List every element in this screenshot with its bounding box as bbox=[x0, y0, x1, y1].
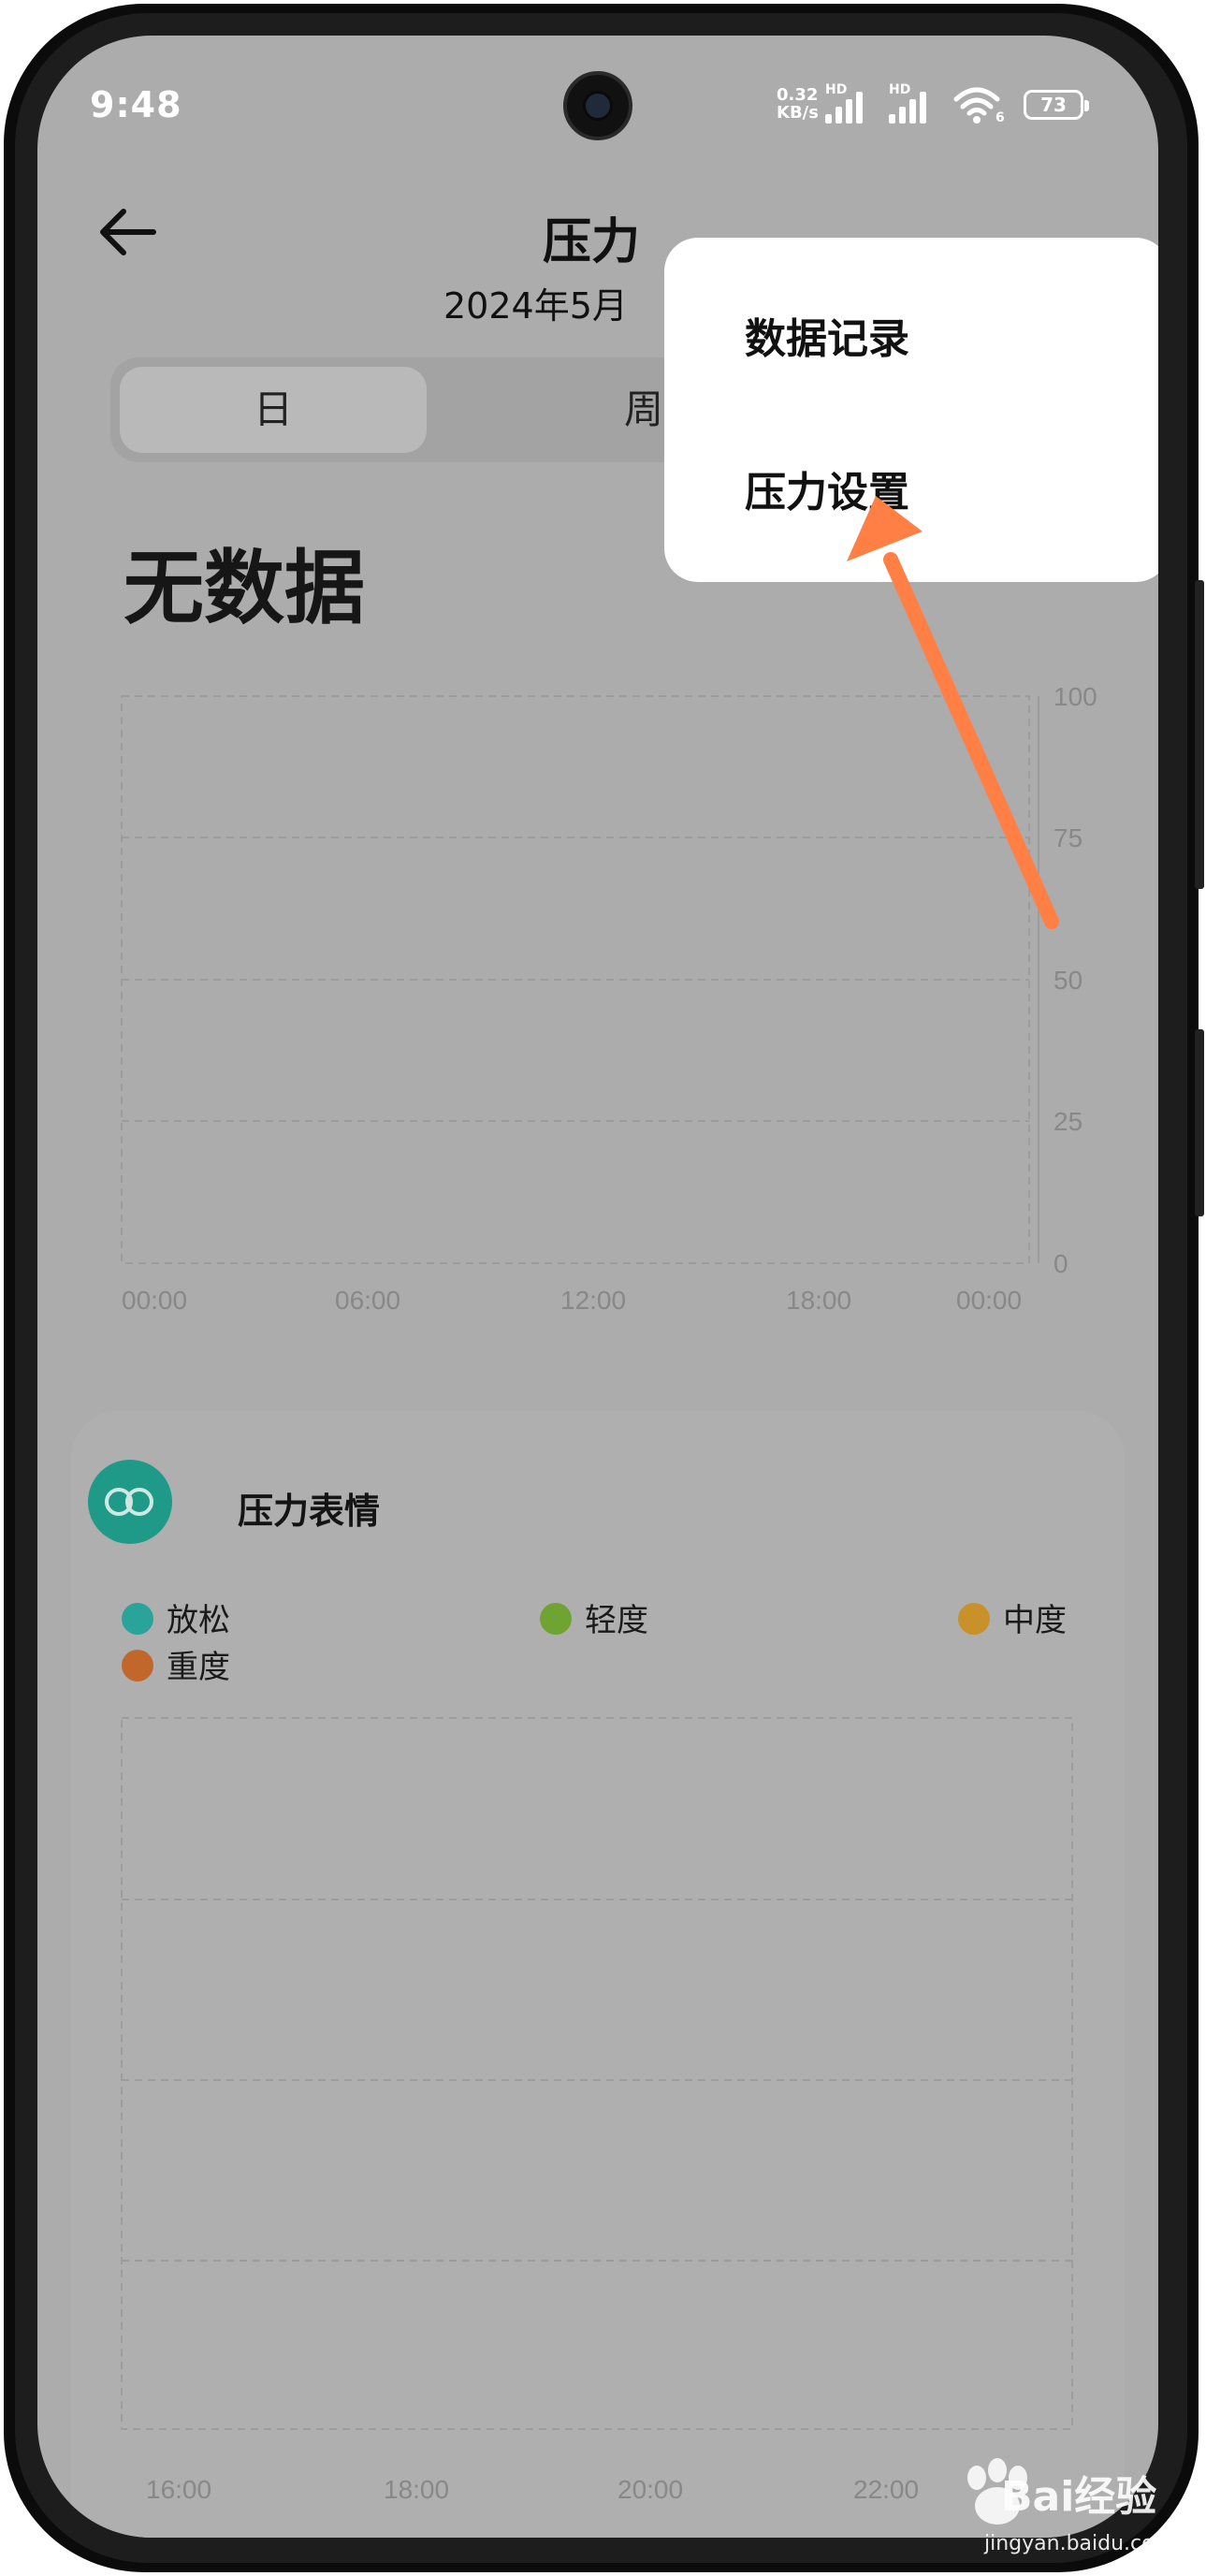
x-tick-label: 18:00 bbox=[384, 2475, 449, 2504]
watermark-brand: Bai经验 bbox=[1001, 2473, 1157, 2521]
power-button bbox=[1195, 1029, 1204, 1216]
x-tick-label: 20:00 bbox=[618, 2475, 683, 2504]
x-tick-label: 16:00 bbox=[146, 2475, 211, 2504]
watermark-site: jingyan.baidu.com bbox=[984, 2532, 1175, 2555]
popup-menu: 数据记录 压力设置 bbox=[664, 238, 1158, 582]
emotion-chart-plot bbox=[121, 1717, 1073, 2430]
screen: 9:48 0.32 KB/s HD HD 6 73 压力 2024年5月 日 周… bbox=[37, 36, 1158, 2538]
x-tick-label: 22:00 bbox=[853, 2475, 919, 2504]
menu-item-stress-settings[interactable]: 压力设置 bbox=[745, 458, 909, 518]
menu-item-data-records[interactable]: 数据记录 bbox=[745, 305, 909, 365]
phone-frame: 9:48 0.32 KB/s HD HD 6 73 压力 2024年5月 日 周… bbox=[0, 0, 1206, 2576]
volume-button bbox=[1195, 580, 1204, 889]
